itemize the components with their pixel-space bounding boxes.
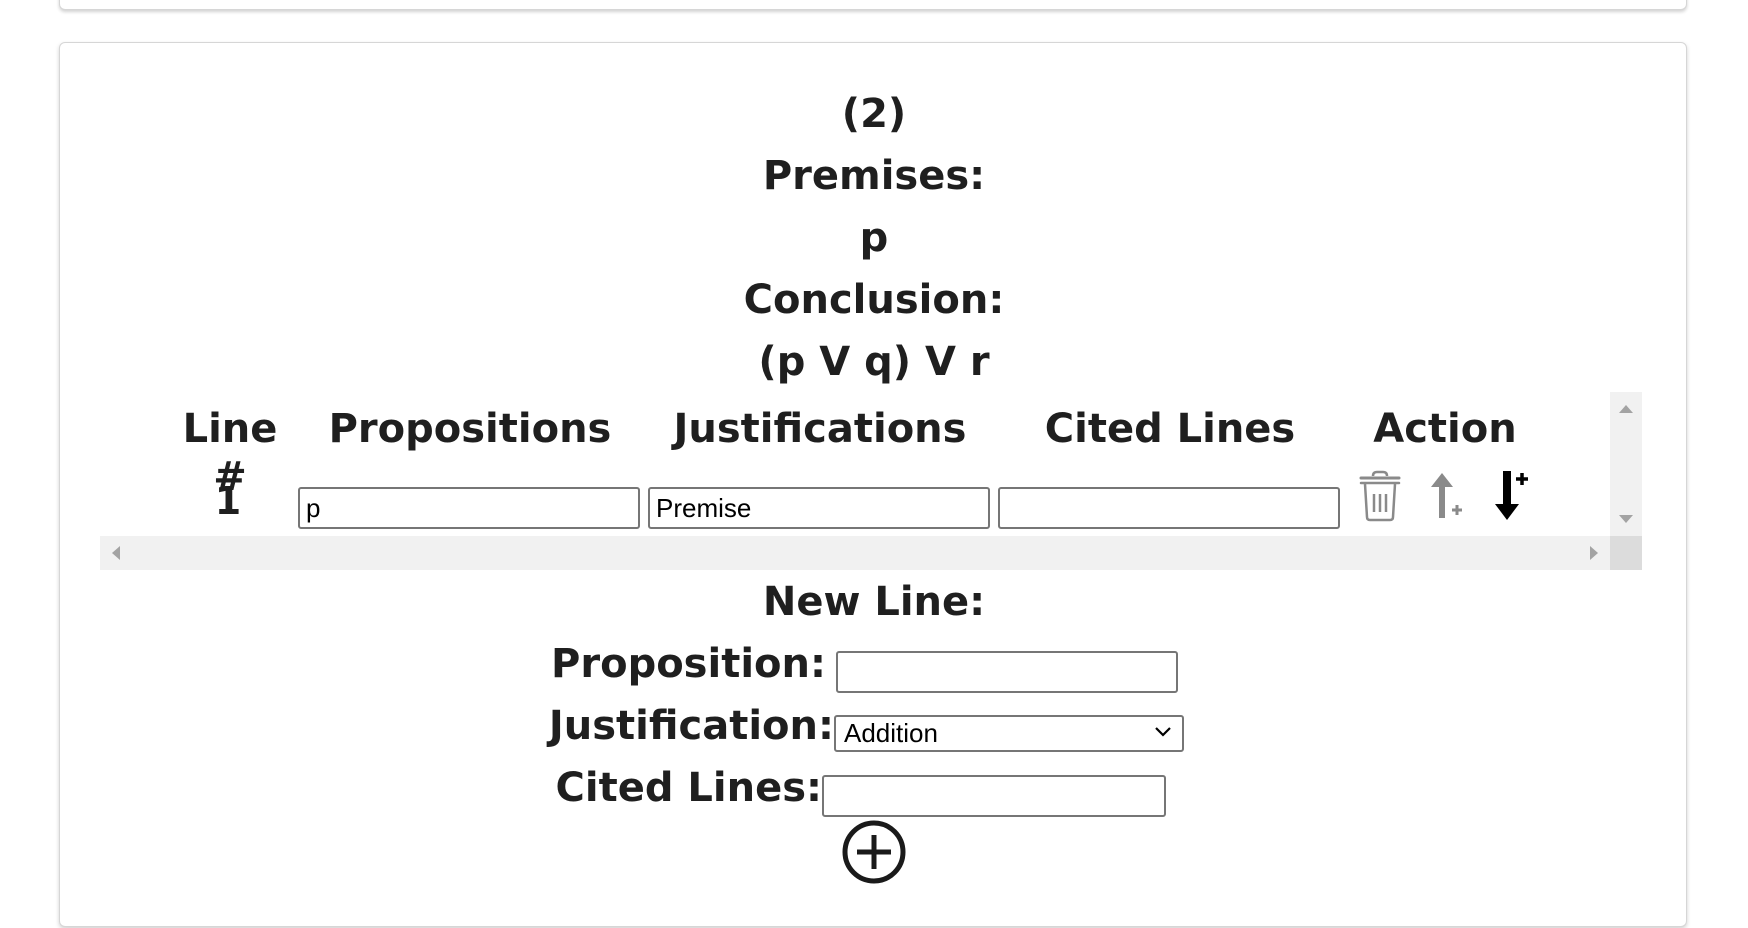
premises-value: p bbox=[859, 215, 889, 261]
new-cited-lines-label: Cited Lines: bbox=[555, 765, 822, 811]
new-line-title: New Line: bbox=[762, 579, 986, 625]
scroll-right-arrow-icon[interactable] bbox=[1590, 546, 1598, 560]
trash-icon bbox=[1359, 470, 1401, 522]
vertical-scrollbar[interactable] bbox=[1610, 392, 1642, 536]
new-justification-select[interactable]: Addition bbox=[834, 715, 1184, 752]
header-cited-lines: Cited Lines bbox=[1044, 406, 1296, 452]
premises-label: Premises: bbox=[762, 153, 986, 199]
conclusion-value: (p V q) V r bbox=[758, 339, 990, 385]
insert-line-below-button[interactable] bbox=[1490, 468, 1534, 522]
insert-below-icon bbox=[1495, 471, 1528, 520]
row-line-number: 1 bbox=[214, 479, 242, 523]
page: (2) Premises: p Conclusion: (p V q) V r … bbox=[0, 0, 1748, 928]
horizontal-scrollbar[interactable] bbox=[100, 536, 1610, 570]
scroll-left-arrow-icon[interactable] bbox=[112, 546, 120, 560]
new-justification-label: Justification: bbox=[548, 703, 834, 749]
scroll-down-arrow-icon[interactable] bbox=[1619, 515, 1633, 523]
row-cited-lines-input[interactable] bbox=[998, 487, 1340, 529]
row-proposition-input[interactable] bbox=[298, 487, 640, 529]
header-action: Action bbox=[1373, 406, 1517, 452]
scrollbar-corner bbox=[1610, 536, 1642, 570]
chevron-down-icon bbox=[1155, 727, 1171, 737]
scroll-up-arrow-icon[interactable] bbox=[1619, 405, 1633, 413]
header-justifications: Justifications bbox=[673, 406, 967, 452]
new-proposition-input[interactable] bbox=[836, 651, 1178, 693]
previous-problem-card bbox=[59, 0, 1687, 10]
header-propositions: Propositions bbox=[328, 406, 612, 452]
row-justification-input[interactable] bbox=[648, 487, 990, 529]
add-circle-icon bbox=[842, 820, 906, 884]
new-proposition-label: Proposition: bbox=[551, 641, 826, 687]
add-line-button[interactable] bbox=[840, 818, 908, 886]
new-cited-lines-input[interactable] bbox=[822, 775, 1166, 817]
delete-line-button[interactable] bbox=[1358, 470, 1402, 522]
conclusion-label: Conclusion: bbox=[743, 277, 1005, 323]
problem-number: (2) bbox=[841, 91, 907, 137]
insert-above-icon bbox=[1431, 473, 1462, 518]
new-justification-selected: Addition bbox=[844, 718, 938, 748]
insert-line-above-button[interactable] bbox=[1426, 470, 1466, 520]
